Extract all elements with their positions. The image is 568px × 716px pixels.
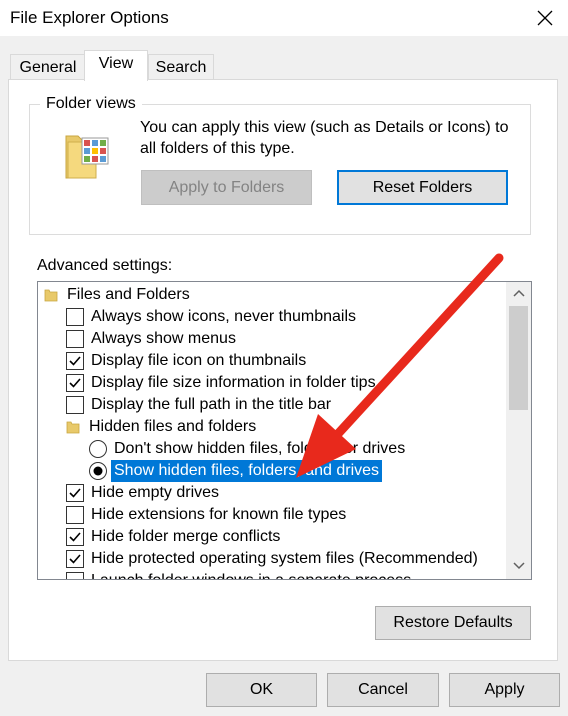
checkmark-icon — [69, 488, 81, 498]
radio-button[interactable] — [89, 440, 107, 458]
checkbox[interactable] — [66, 330, 84, 348]
advanced-settings-label: Advanced settings: — [37, 257, 173, 274]
cancel-button[interactable]: Cancel — [327, 673, 439, 707]
reset-folders-button[interactable]: Reset Folders — [337, 170, 508, 205]
checkmark-icon — [69, 532, 81, 542]
checkmark-icon — [69, 356, 81, 366]
checkbox-checked[interactable] — [66, 484, 84, 502]
checkbox-checked[interactable] — [66, 352, 84, 370]
close-icon — [537, 10, 553, 26]
radio-button-selected[interactable] — [89, 462, 107, 480]
radio-label: Don't show hidden files, folders, or dri… — [114, 440, 406, 457]
checkbox-label: Always show menus — [91, 330, 236, 347]
checkbox-label: Launch folder windows in a separate proc… — [91, 570, 411, 579]
apply-button[interactable]: Apply — [449, 673, 560, 707]
checkbox-label: Display the full path in the title bar — [91, 396, 332, 413]
radio-dot-icon — [93, 466, 103, 476]
checkbox-label: Display file size information in folder … — [91, 374, 376, 391]
checkmark-icon — [69, 554, 81, 564]
checkbox-label: Hide folder merge conflicts — [91, 528, 281, 545]
checkbox[interactable] — [66, 308, 84, 326]
checkbox-label: Display file icon on thumbnails — [91, 352, 307, 369]
scroll-up-button[interactable] — [506, 282, 531, 304]
folder-views-legend: Folder views — [40, 95, 142, 113]
checkmark-icon — [69, 378, 81, 388]
checkbox[interactable] — [66, 572, 84, 579]
checkbox-label: Hide empty drives — [91, 484, 220, 501]
radio-label-selected: Show hidden files, folders, and drives — [111, 460, 383, 482]
checkbox[interactable] — [66, 396, 84, 414]
scroll-down-button[interactable] — [506, 555, 531, 577]
tree-folder-label: Hidden files and folders — [89, 418, 257, 435]
close-button[interactable] — [522, 0, 568, 36]
folder-view-icon — [65, 135, 109, 179]
checkbox-label: Hide protected operating system files (R… — [91, 550, 478, 567]
folder-icon — [44, 289, 58, 302]
checkbox-label: Always show icons, never thumbnails — [91, 308, 357, 325]
window-title: File Explorer Options — [10, 8, 169, 27]
scrollbar-thumb[interactable] — [509, 306, 528, 410]
ok-button[interactable]: OK — [206, 673, 317, 707]
tree-folder-label: Files and Folders — [67, 286, 190, 303]
restore-defaults-button[interactable]: Restore Defaults — [375, 606, 531, 640]
tab-view[interactable]: View — [84, 50, 148, 81]
tab-search[interactable]: Search — [148, 54, 214, 81]
checkbox[interactable] — [66, 506, 84, 524]
checkbox-checked[interactable] — [66, 550, 84, 568]
apply-to-folders-button[interactable]: Apply to Folders — [141, 170, 312, 205]
title-bar: File Explorer Options — [0, 0, 568, 36]
folder-views-description: You can apply this view (such as Details… — [140, 119, 509, 157]
folder-icon — [66, 421, 80, 434]
checkbox-checked[interactable] — [66, 528, 84, 546]
checkbox-checked[interactable] — [66, 374, 84, 392]
tab-general[interactable]: General — [10, 54, 86, 81]
scroll-up-arrow-icon — [512, 289, 525, 297]
advanced-settings-list[interactable]: Files and Folders Always show icons, nev… — [37, 281, 532, 580]
vertical-scrollbar[interactable] — [506, 282, 531, 579]
checkbox-label: Hide extensions for known file types — [91, 506, 347, 523]
scroll-down-arrow-icon — [512, 562, 525, 570]
